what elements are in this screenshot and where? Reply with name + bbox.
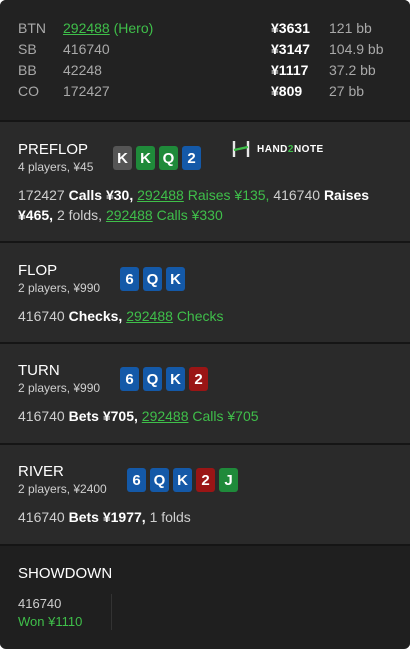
player-ref: 416740 — [18, 408, 65, 424]
player-row: BB 42248 ¥1117 37.2 bb — [0, 62, 410, 82]
playing-card: K — [136, 146, 155, 170]
board-cards: 6QK — [120, 267, 185, 291]
street-subtitle: 2 players, ¥990 — [18, 281, 101, 295]
logo-text-part: HAND — [257, 143, 288, 155]
player-row: SB 416740 ¥3147 104.9 bb — [0, 41, 410, 61]
hero-link[interactable]: 292488 — [106, 207, 153, 223]
playing-card: K — [113, 146, 132, 170]
street-actions: 416740 Bets ¥705, 292488 Calls ¥705 — [18, 406, 398, 426]
playing-card: Q — [150, 468, 169, 492]
hand-history-panel: BTN 292488 (Hero) ¥3631 121 bb SB 416740… — [0, 0, 410, 649]
player-name-hero[interactable]: 292488 (Hero) — [63, 20, 153, 36]
street-title: PREFLOP — [18, 141, 89, 158]
hero-name[interactable]: 292488 — [63, 20, 110, 36]
playing-card: K — [173, 468, 192, 492]
playing-card: Q — [143, 267, 162, 291]
board-cards: 6QK2 — [120, 367, 208, 391]
player-position: CO — [18, 83, 39, 99]
showdown-divider — [111, 594, 112, 630]
player-row: CO 172427 ¥809 27 bb — [0, 83, 410, 103]
player-stack: ¥3631 — [271, 20, 310, 36]
player-ref: 172427 — [18, 187, 65, 203]
hand2note-logo: HAND2NOTE — [231, 139, 324, 159]
action-text: 2 folds, — [56, 207, 103, 223]
street-title: TURN — [18, 362, 60, 379]
player-bb: 27 bb — [329, 83, 365, 99]
hero-action-text: Raises ¥135, — [187, 187, 270, 203]
street-preflop: PREFLOP 4 players, ¥45 KKQ2 HAND2NOTE 17… — [0, 122, 410, 241]
playing-card: 6 — [120, 267, 139, 291]
street-actions: 416740 Bets ¥1977, 1 folds — [18, 507, 398, 527]
action-text: 1 folds — [149, 509, 191, 525]
action-text: Calls ¥30, — [68, 187, 134, 203]
player-ref: 416740 — [18, 308, 65, 324]
playing-card: 2 — [182, 146, 201, 170]
player-name: 42248 — [63, 62, 102, 78]
player-position: SB — [18, 41, 37, 57]
player-bb: 121 bb — [329, 20, 372, 36]
player-bb: 37.2 bb — [329, 62, 376, 78]
playing-card: 2 — [189, 367, 208, 391]
hero-action-text: Calls ¥330 — [156, 207, 223, 223]
street-turn: TURN 2 players, ¥990 6QK2 416740 Bets ¥7… — [0, 344, 410, 443]
street-subtitle: 2 players, ¥990 — [18, 381, 101, 395]
playing-card: Q — [143, 367, 162, 391]
logo-text-part: NOTE — [293, 143, 324, 155]
playing-card: 6 — [120, 367, 139, 391]
street-actions: 172427 Calls ¥30, 292488 Raises ¥135, 41… — [18, 185, 398, 225]
hero-tag: (Hero) — [113, 20, 154, 36]
street-flop: FLOP 2 players, ¥990 6QK 416740 Checks, … — [0, 243, 410, 342]
action-text: Bets ¥705, — [68, 408, 138, 424]
player-stack: ¥1117 — [271, 62, 309, 78]
street-title: FLOP — [18, 262, 58, 279]
playing-card: 2 — [196, 468, 215, 492]
hero-action-text: Checks — [176, 308, 224, 324]
player-name: 172427 — [63, 83, 110, 99]
street-subtitle: 4 players, ¥45 — [18, 160, 94, 174]
street-title: RIVER — [18, 463, 64, 480]
street-actions: 416740 Checks, 292488 Checks — [18, 306, 398, 326]
playing-card: K — [166, 367, 185, 391]
showdown-result: Won ¥1110 — [18, 614, 83, 629]
hand2note-logo-icon — [232, 141, 250, 157]
hero-action-text: Calls ¥705 — [192, 408, 259, 424]
hand2note-logo-text: HAND2NOTE — [257, 144, 324, 155]
showdown-section: SHOWDOWN 416740 Won ¥1110 — [0, 546, 410, 646]
player-bb: 104.9 bb — [329, 41, 384, 57]
showdown-player: 416740 — [18, 596, 62, 611]
player-position: BB — [18, 62, 37, 78]
player-ref: 416740 — [18, 509, 65, 525]
player-stack: ¥3147 — [271, 41, 310, 57]
player-name: 416740 — [63, 41, 110, 57]
street-river: RIVER 2 players, ¥2400 6QK2J 416740 Bets… — [0, 445, 410, 544]
playing-card: J — [219, 468, 238, 492]
playing-card: 6 — [127, 468, 146, 492]
action-text: Checks, — [68, 308, 123, 324]
board-cards: 6QK2J — [127, 468, 238, 492]
hero-link[interactable]: 292488 — [142, 408, 189, 424]
board-cards: KKQ2 — [113, 146, 201, 170]
player-row: BTN 292488 (Hero) ¥3631 121 bb — [0, 20, 410, 40]
player-stack: ¥809 — [271, 83, 303, 99]
player-ref: 416740 — [273, 187, 321, 203]
hero-link[interactable]: 292488 — [137, 187, 184, 203]
player-position: BTN — [18, 20, 46, 36]
playing-card: K — [166, 267, 185, 291]
playing-card: Q — [159, 146, 178, 170]
street-subtitle: 2 players, ¥2400 — [18, 482, 107, 496]
players-header: BTN 292488 (Hero) ¥3631 121 bb SB 416740… — [0, 0, 410, 120]
showdown-title: SHOWDOWN — [18, 565, 113, 582]
action-text: Bets ¥1977, — [68, 509, 146, 525]
hero-link[interactable]: 292488 — [126, 308, 173, 324]
